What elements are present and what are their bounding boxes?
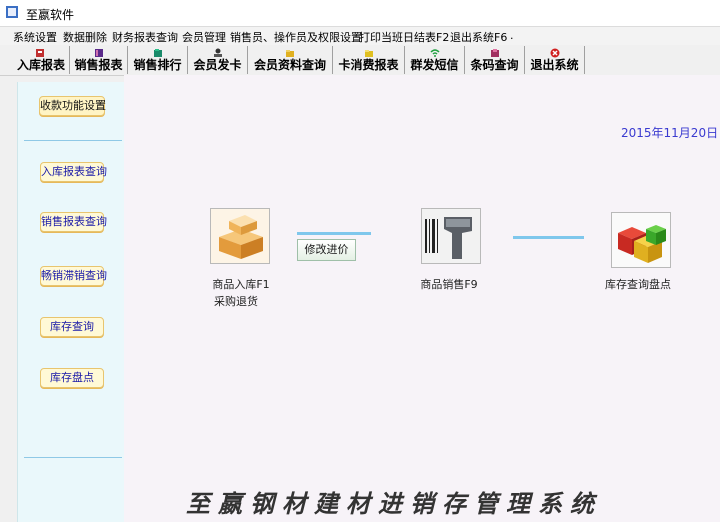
sidebar-inbound-report-query-button[interactable]: 入库报表查询: [40, 162, 107, 182]
toolbar-sales-report-button[interactable]: 销售报表: [70, 46, 128, 74]
window-title: 至嬴软件: [26, 8, 75, 22]
toolbar-card-report-button[interactable]: 卡消费报表: [333, 46, 405, 74]
toolbar-sms-button[interactable]: 群发短信: [405, 46, 465, 74]
menu-print-daily-report[interactable]: 打印当班日结表F2: [359, 29, 449, 45]
title-bar: 至嬴软件: [0, 0, 720, 27]
inbound-module-label: 商品入库F1: [212, 278, 270, 291]
toolbar-label: 销售报表: [74, 58, 123, 72]
toolbar-label: 退出系统: [530, 58, 579, 72]
toolbar-label: 入库报表: [16, 58, 65, 72]
purchase-return-label: 采购退货: [214, 295, 258, 308]
toolbar-sales-ranking-button[interactable]: 销售排行: [128, 46, 188, 74]
sales-module-button[interactable]: [421, 208, 481, 264]
cubes-icon: [612, 213, 670, 267]
menu-staff-permissions[interactable]: 销售员、操作员及权限设置: [230, 29, 362, 45]
sidebar-payment-settings-button[interactable]: 收款功能设置: [39, 96, 106, 116]
app-icon: [6, 6, 18, 18]
sidebar-divider: [24, 457, 122, 458]
sidebar-bestseller-query-button[interactable]: 畅销滞销查询: [40, 266, 107, 286]
toolbar-barcode-query-button[interactable]: 条码查询: [465, 46, 525, 74]
sidebar-stocktake-button[interactable]: 库存盘点: [40, 368, 104, 388]
system-title: 至嬴钢材建材进销存管理系统: [186, 489, 602, 518]
toolbar-exit-button[interactable]: 退出系统: [525, 46, 585, 74]
inventory-module-label: 库存查询盘点: [605, 278, 671, 291]
toolbar-label: 会员发卡: [193, 58, 242, 72]
toolbar-label: 卡消费报表: [338, 58, 399, 72]
toolbar-label: 条码查询: [470, 58, 519, 72]
toolbar-label: 群发短信: [410, 58, 459, 72]
menu-bar: 系统设置 数据删除 财务报表查询 会员管理 销售员、操作员及权限设置 打印当班日…: [0, 27, 720, 45]
menu-system-settings[interactable]: 系统设置: [13, 29, 57, 45]
edit-purchase-price-button[interactable]: 修改进价: [297, 239, 356, 261]
inbound-module-button[interactable]: [210, 208, 270, 264]
sidebar-inventory-query-button[interactable]: 库存查询: [40, 317, 104, 337]
inventory-module-button[interactable]: [611, 212, 671, 268]
menu-finance-report[interactable]: 财务报表查询: [112, 29, 178, 45]
toolbar-label: 销售排行: [133, 58, 182, 72]
menu-exit-system[interactable]: 退出系统F6: [450, 29, 507, 45]
sales-module-label: 商品销售F9: [420, 278, 478, 291]
menu-member-management[interactable]: 会员管理: [182, 29, 226, 45]
menu-data-delete[interactable]: 数据删除: [63, 29, 107, 45]
barcode-scanner-icon: [422, 209, 480, 263]
current-date: 2015年11月20日: [621, 126, 719, 140]
toolbar: 入库报表 销售报表 销售排行 会员发卡 会员资料查询 卡消费报表 群发短信 条码…: [0, 45, 720, 76]
sidebar-divider: [24, 140, 122, 141]
toolbar-inbound-report-button[interactable]: 入库报表: [13, 46, 70, 74]
sidebar-sales-report-query-button[interactable]: 销售报表查询: [40, 212, 107, 232]
sidebar: 收款功能设置 入库报表查询 销售报表查询 畅销滞销查询 库存查询 库存盘点: [17, 82, 125, 522]
menu-more[interactable]: .: [510, 29, 514, 42]
flow-connector: [513, 236, 584, 239]
boxes-icon: [211, 209, 269, 263]
toolbar-member-query-button[interactable]: 会员资料查询: [248, 46, 333, 74]
toolbar-label: 会员资料查询: [253, 58, 326, 72]
toolbar-member-card-button[interactable]: 会员发卡: [188, 46, 248, 74]
flow-connector: [297, 232, 371, 235]
